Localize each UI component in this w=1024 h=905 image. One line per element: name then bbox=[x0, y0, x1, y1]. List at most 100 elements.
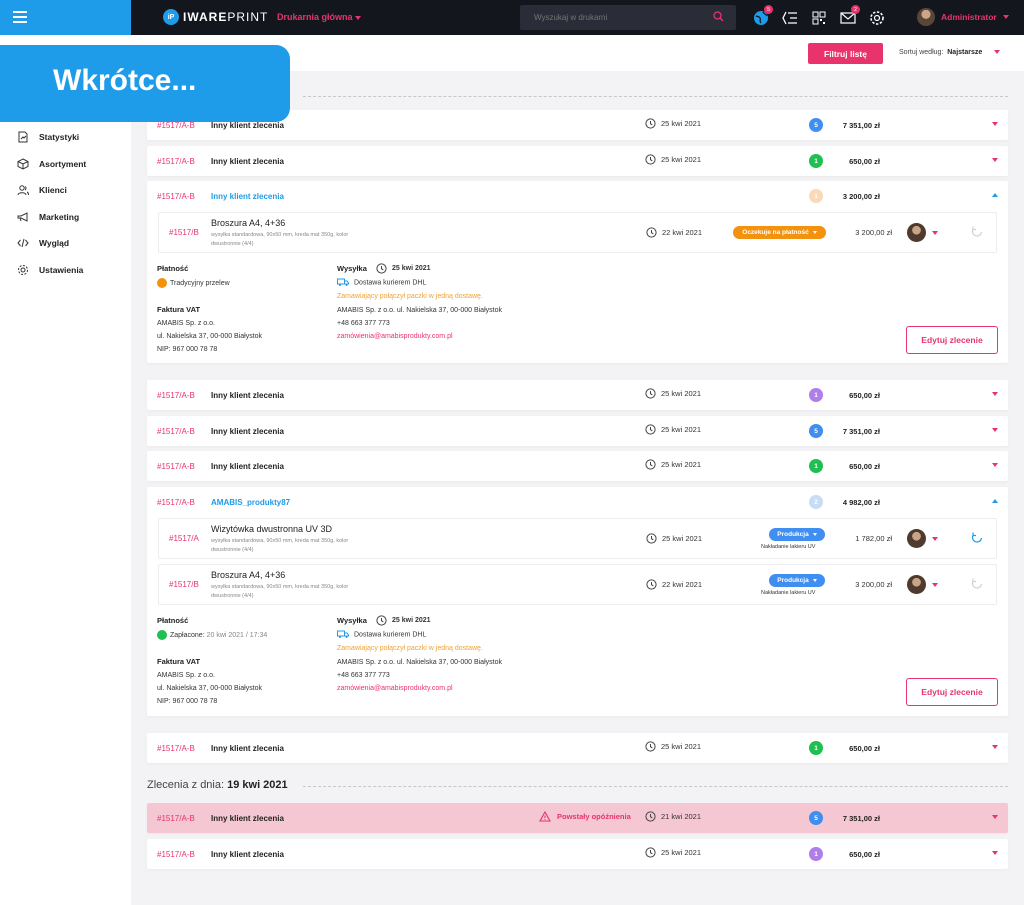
chevron-down-icon[interactable] bbox=[992, 851, 998, 855]
hamburger-icon bbox=[13, 11, 27, 13]
order-row[interactable]: #1517/A-B Inny klient zlecenia 25 kwi 20… bbox=[147, 380, 1008, 410]
sort-selector[interactable]: Sortuj według: Najstarsze bbox=[899, 49, 1000, 56]
warning-icon bbox=[539, 811, 551, 822]
items-count-badge: 1 bbox=[809, 154, 823, 168]
clock-icon bbox=[645, 118, 656, 129]
assignee-avatar[interactable] bbox=[907, 223, 926, 242]
chevron-down-icon[interactable] bbox=[992, 745, 998, 749]
items-count-badge: 1 bbox=[809, 189, 823, 203]
search-icon[interactable] bbox=[713, 11, 724, 22]
order-row[interactable]: #1517/A-B Inny klient zlecenia 25 kwi 20… bbox=[147, 146, 1008, 176]
order-row-expanded[interactable]: #1517/A-B AMABIS_produkty87 2 4 982,00 z… bbox=[147, 487, 1008, 716]
chevron-down-icon[interactable] bbox=[992, 463, 998, 467]
clock-icon bbox=[645, 459, 656, 470]
clock-icon bbox=[646, 579, 657, 590]
sidebar-item-marketing[interactable]: Marketing bbox=[17, 211, 79, 223]
status-dropdown[interactable]: Oczekuje na płatność bbox=[733, 226, 826, 239]
chevron-down-icon[interactable] bbox=[992, 392, 998, 396]
globe-badge: 5 bbox=[764, 5, 773, 14]
chevron-down-icon[interactable] bbox=[932, 231, 938, 235]
order-row-expanded[interactable]: #1517/A-B Inny klient zlecenia 1 3 200,0… bbox=[147, 181, 1008, 363]
clock-icon bbox=[645, 154, 656, 165]
tasks-icon bbox=[782, 11, 797, 25]
sidebar-item-ustawienia[interactable]: Ustawienia bbox=[17, 264, 83, 276]
sidebar: Statystyki Asortyment Klienci Marketing … bbox=[0, 35, 131, 905]
user-menu[interactable]: Administrator bbox=[917, 8, 1009, 26]
chevron-down-icon bbox=[812, 533, 817, 536]
email-link[interactable]: zamówienia@amabisprodukty.com.pl bbox=[337, 333, 453, 340]
sub-order[interactable]: #1517/B Broszura A4, 4+36 wysyłka standa… bbox=[158, 212, 997, 253]
qr-icon bbox=[812, 11, 826, 25]
refresh-icon[interactable] bbox=[970, 225, 984, 239]
printery-selector[interactable]: Drukarnia główna bbox=[277, 12, 362, 22]
assignee-avatar[interactable] bbox=[907, 529, 926, 548]
chevron-down-icon[interactable] bbox=[992, 122, 998, 126]
settings-button[interactable] bbox=[868, 9, 886, 27]
stats-icon bbox=[18, 131, 28, 143]
clock-icon bbox=[645, 847, 656, 858]
chevron-down-icon[interactable] bbox=[932, 583, 938, 587]
assignee-avatar[interactable] bbox=[907, 575, 926, 594]
sidebar-item-wyglad[interactable]: Wygląd bbox=[17, 237, 69, 249]
sidebar-item-klienci[interactable]: Klienci bbox=[17, 184, 67, 196]
truck-icon bbox=[337, 278, 349, 286]
coming-soon-banner: Wkrótce... bbox=[0, 45, 290, 122]
items-count-badge: 5 bbox=[809, 811, 823, 825]
chevron-up-icon[interactable] bbox=[992, 499, 998, 503]
chevron-down-icon[interactable] bbox=[992, 158, 998, 162]
menu-button[interactable] bbox=[0, 0, 131, 35]
clock-icon bbox=[646, 227, 657, 238]
chevron-down-icon bbox=[1002, 15, 1009, 19]
chevron-down-icon bbox=[993, 50, 1000, 55]
items-count-badge: 5 bbox=[809, 118, 823, 132]
chevron-down-icon[interactable] bbox=[932, 537, 938, 541]
divider bbox=[303, 786, 1008, 787]
items-count-badge: 2 bbox=[809, 495, 823, 509]
messages-button[interactable]: 2 bbox=[839, 5, 860, 27]
chevron-down-icon bbox=[355, 15, 362, 20]
items-count-badge: 1 bbox=[809, 741, 823, 755]
clock-icon bbox=[645, 741, 656, 752]
globe-button[interactable]: 5 bbox=[752, 5, 773, 27]
search-input[interactable] bbox=[520, 5, 700, 30]
sub-order[interactable]: #1517/B Broszura A4, 4+36 wysyłka standa… bbox=[158, 564, 997, 605]
chevron-up-icon[interactable] bbox=[992, 193, 998, 197]
box-icon bbox=[17, 158, 29, 170]
items-count-badge: 1 bbox=[809, 459, 823, 473]
sidebar-item-asortyment[interactable]: Asortyment bbox=[17, 158, 86, 170]
qr-button[interactable] bbox=[810, 9, 828, 27]
items-count-badge: 1 bbox=[809, 388, 823, 402]
clock-icon bbox=[376, 615, 387, 626]
chevron-down-icon[interactable] bbox=[992, 428, 998, 432]
date-group-header: Zlecenia z dnia: 19 kwi 2021 bbox=[147, 779, 288, 791]
sidebar-item-statystyki[interactable]: Statystyki bbox=[17, 131, 79, 143]
tasks-button[interactable] bbox=[781, 9, 799, 27]
chevron-down-icon bbox=[812, 231, 817, 234]
status-dropdown[interactable]: Produkcja bbox=[769, 528, 825, 541]
clock-icon bbox=[376, 263, 387, 274]
clock-icon bbox=[645, 811, 656, 822]
sub-order[interactable]: #1517/A Wizytówka dwustronna UV 3D wysył… bbox=[158, 518, 997, 559]
status-dropdown[interactable]: Produkcja bbox=[769, 574, 825, 587]
code-icon bbox=[17, 238, 29, 248]
gear-icon bbox=[18, 265, 28, 275]
top-bar: iP IWAREPRINT Drukarnia główna 5 2 Admin… bbox=[131, 0, 1024, 35]
gear-icon bbox=[870, 11, 884, 25]
refresh-icon[interactable] bbox=[970, 531, 984, 545]
order-row[interactable]: #1517/A-B Inny klient zlecenia 25 kwi 20… bbox=[147, 451, 1008, 481]
edit-order-button[interactable]: Edytuj zlecenie bbox=[906, 326, 998, 354]
order-row-delayed[interactable]: #1517/A-B Inny klient zlecenia Powstały … bbox=[147, 803, 1008, 833]
order-row[interactable]: #1517/A-B Inny klient zlecenia 25 kwi 20… bbox=[147, 733, 1008, 763]
order-row[interactable]: #1517/A-B Inny klient zlecenia 25 kwi 20… bbox=[147, 839, 1008, 869]
chevron-down-icon bbox=[812, 579, 817, 582]
chevron-down-icon[interactable] bbox=[992, 815, 998, 819]
email-link[interactable]: zamówienia@amabisprodukty.com.pl bbox=[337, 685, 453, 692]
edit-order-button[interactable]: Edytuj zlecenie bbox=[906, 678, 998, 706]
items-count-badge: 1 bbox=[809, 847, 823, 861]
search-box bbox=[520, 5, 736, 30]
order-row[interactable]: #1517/A-B Inny klient zlecenia 25 kwi 20… bbox=[147, 416, 1008, 446]
items-count-badge: 5 bbox=[809, 424, 823, 438]
refresh-icon[interactable] bbox=[970, 577, 984, 591]
users-icon bbox=[17, 185, 29, 196]
filter-button[interactable]: Filtruj listę bbox=[808, 43, 883, 64]
